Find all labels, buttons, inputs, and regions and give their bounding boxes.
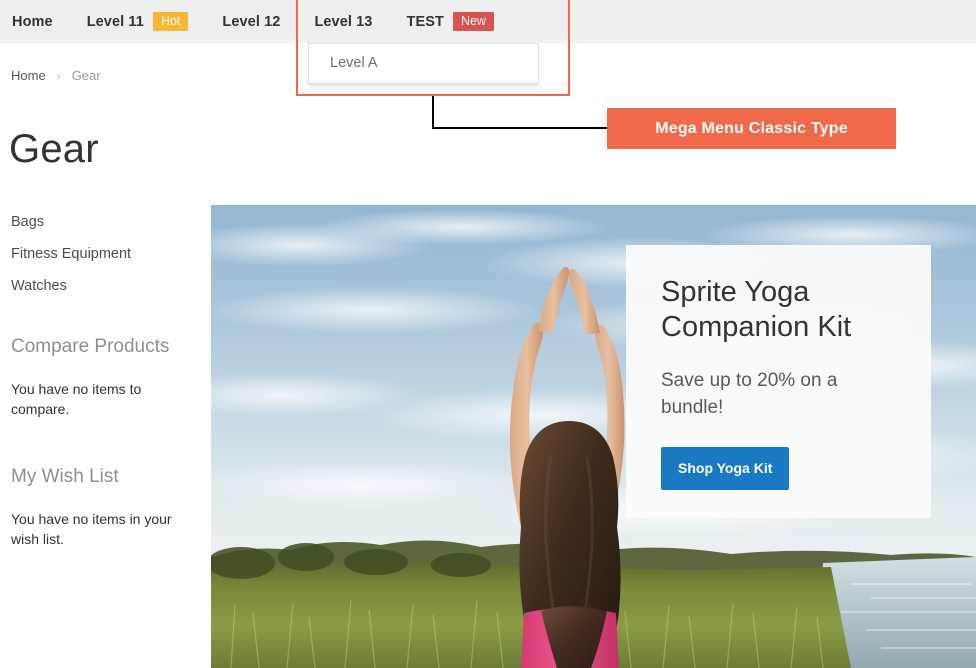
sidebar-category-list: Bags Fitness Equipment Watches — [0, 205, 200, 294]
nav-item-test[interactable]: TEST New — [389, 0, 510, 43]
main-navigation: Home Level 11 Hot Level 12 Level 13 TEST… — [0, 0, 976, 43]
shop-yoga-kit-button[interactable]: Shop Yoga Kit — [661, 447, 790, 490]
badge-hot: Hot — [152, 11, 189, 32]
breadcrumb-home-link[interactable]: Home — [11, 68, 46, 83]
nav-item-test-label: TEST — [406, 13, 444, 30]
page-title: Gear — [9, 126, 99, 171]
wishlist-block: My Wish List You have no items in your w… — [0, 466, 200, 549]
nav-item-level-11-label: Level 11 — [86, 13, 144, 30]
promo-card: Sprite Yoga Companion Kit Save up to 20%… — [626, 245, 931, 518]
compare-products-block: Compare Products You have no items to co… — [0, 336, 200, 419]
page-root: Sprite Yoga Companion Kit Save up to 20%… — [0, 0, 976, 668]
mega-menu-dropdown-panel: Level A — [308, 43, 539, 84]
breadcrumb-current: Gear — [71, 68, 101, 83]
promo-subtitle: Save up to 20% on a bundle! — [661, 370, 838, 418]
nav-item-home[interactable]: Home — [0, 0, 70, 43]
annotation-connector-vertical — [432, 96, 434, 129]
sidebar-item-watches[interactable]: Watches — [11, 278, 200, 294]
nav-item-level-11[interactable]: Level 11 Hot — [70, 0, 206, 43]
breadcrumb-separator-icon: › — [56, 68, 61, 83]
sidebar-item-bags[interactable]: Bags — [11, 214, 200, 230]
annotation-connector-horizontal — [432, 127, 608, 129]
annotation-label: Mega Menu Classic Type — [607, 108, 896, 149]
promo-title: Sprite Yoga Companion Kit — [661, 276, 852, 343]
nav-item-level-12[interactable]: Level 12 — [205, 0, 297, 43]
breadcrumb: Home › Gear — [11, 68, 101, 83]
sidebar-item-fitness-equipment[interactable]: Fitness Equipment — [11, 246, 200, 262]
wishlist-empty-text: You have no items in your wish list. — [11, 511, 172, 547]
sidebar: Bags Fitness Equipment Watches Compare P… — [0, 205, 200, 549]
compare-products-title: Compare Products — [11, 336, 170, 357]
compare-products-empty-text: You have no items to compare. — [11, 381, 142, 417]
nav-item-home-label: Home — [12, 13, 53, 30]
dropdown-item-level-a[interactable]: Level A — [309, 44, 538, 83]
nav-item-level-13-label: Level 13 — [314, 13, 373, 30]
wishlist-title: My Wish List — [11, 466, 119, 487]
nav-item-level-12-label: Level 12 — [222, 13, 281, 30]
badge-new: New — [452, 11, 494, 32]
nav-item-level-13[interactable]: Level 13 — [297, 0, 389, 43]
